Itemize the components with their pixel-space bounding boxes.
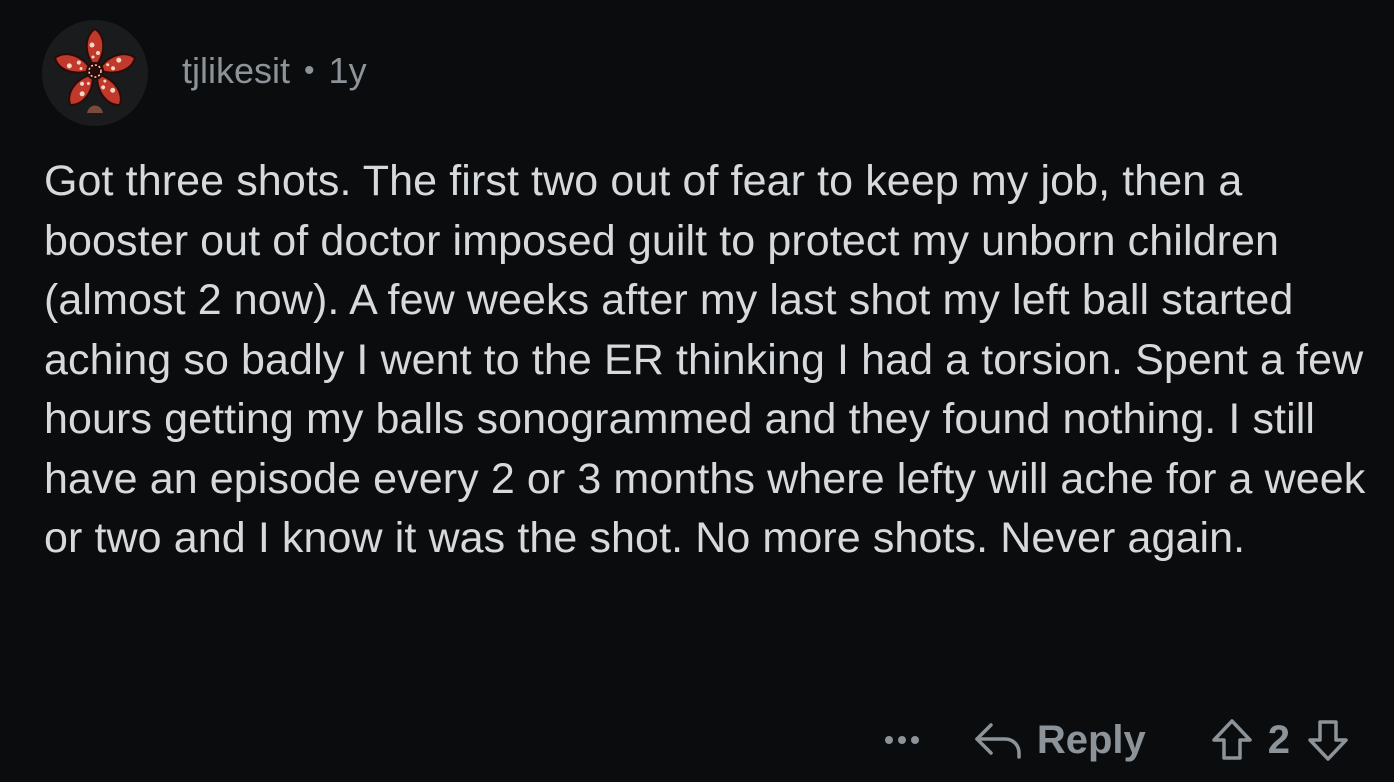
ellipsis-dot	[910, 736, 919, 744]
demogorgon-flower-icon	[53, 27, 137, 113]
reply-label: Reply	[1036, 717, 1146, 762]
more-options-button[interactable]	[884, 736, 919, 744]
comment-body: Got three shots. The first two out of fe…	[44, 157, 1366, 562]
meta-separator: •	[304, 54, 315, 87]
reply-button[interactable]: Reply	[973, 718, 1146, 763]
ellipsis-dot	[897, 736, 906, 744]
vote-score: 2	[1267, 717, 1290, 762]
upvote-button[interactable]	[1208, 716, 1256, 764]
downvote-button[interactable]	[1304, 716, 1352, 764]
comment-meta: tjlikesit • 1y	[182, 50, 367, 92]
comment: tjlikesit • 1y Got three shots. The firs…	[0, 0, 1394, 782]
reply-arrow-icon	[975, 723, 1021, 759]
ellipsis-icon	[884, 736, 893, 744]
comment-age: 1y	[328, 50, 367, 91]
downvote-arrow-icon	[1308, 720, 1348, 761]
comment-actions: Reply 2	[884, 710, 1352, 770]
vote-controls: 2	[1208, 716, 1352, 764]
comment-header: tjlikesit • 1y	[42, 20, 367, 126]
avatar[interactable]	[42, 20, 148, 126]
upvote-arrow-icon	[1212, 719, 1252, 760]
username-link[interactable]: tjlikesit	[182, 50, 290, 92]
